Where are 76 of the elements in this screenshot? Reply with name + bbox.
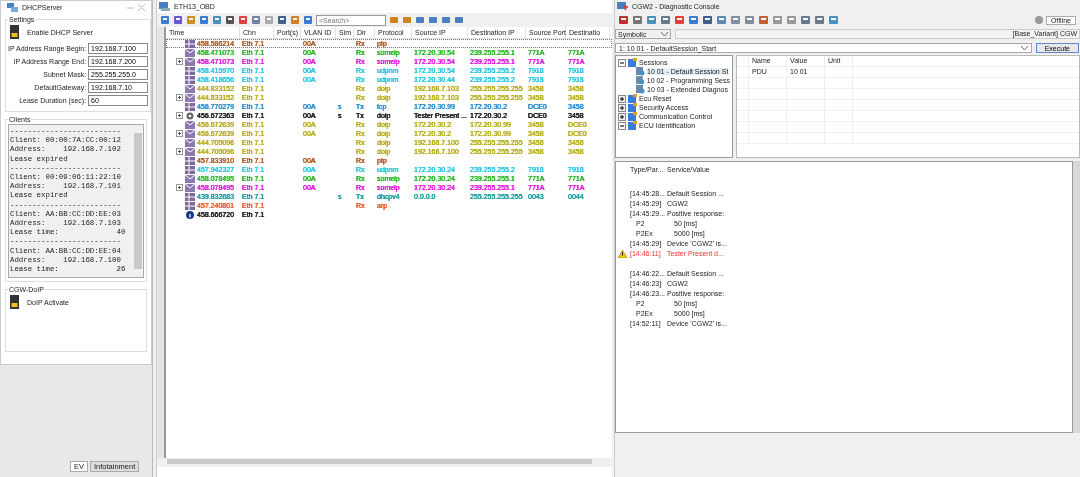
tool-icon[interactable] xyxy=(303,15,313,25)
tool-icon[interactable] xyxy=(730,15,741,25)
tool-icon[interactable] xyxy=(702,15,713,25)
warning-icon xyxy=(617,250,627,258)
expand-icon[interactable] xyxy=(618,121,626,130)
envelope-icon xyxy=(185,120,195,129)
tool-icon[interactable] xyxy=(660,15,671,25)
expand-icon[interactable] xyxy=(618,94,626,103)
folder-icon xyxy=(628,103,637,112)
expand-icon[interactable] xyxy=(176,148,183,155)
tool-icon[interactable] xyxy=(828,15,839,25)
tool-icon[interactable] xyxy=(744,15,755,25)
tool-icon[interactable] xyxy=(225,15,235,25)
tool-icon[interactable] xyxy=(199,15,209,25)
folder-icon xyxy=(628,58,637,67)
tool-icon[interactable] xyxy=(160,15,170,25)
expand-icon[interactable] xyxy=(176,184,183,191)
console-icon xyxy=(617,2,628,11)
folder-icon xyxy=(628,94,637,103)
frame-icon xyxy=(185,165,195,174)
tool-icon[interactable] xyxy=(173,15,183,25)
tool-icon[interactable] xyxy=(758,15,769,25)
tool-icon[interactable] xyxy=(618,15,629,25)
service-icon xyxy=(636,67,645,76)
envelope-icon xyxy=(185,147,195,156)
frame-icon xyxy=(185,192,195,201)
scrollbar[interactable] xyxy=(1073,161,1080,433)
envelope-icon xyxy=(185,174,195,183)
chevron-icon xyxy=(1020,45,1028,51)
envelope-icon xyxy=(185,84,195,93)
tool-icon[interactable] xyxy=(290,15,300,25)
service-icon xyxy=(636,85,645,94)
folder-icon xyxy=(628,112,637,121)
status-dot-icon xyxy=(1034,16,1043,24)
switch-icon[interactable] xyxy=(10,25,19,39)
frame-icon xyxy=(185,156,195,165)
scrollbar[interactable] xyxy=(167,459,592,464)
switch-icon[interactable] xyxy=(10,295,19,309)
tool-icon[interactable] xyxy=(674,15,685,25)
tool-icon[interactable] xyxy=(277,15,287,25)
tool-icon[interactable] xyxy=(251,15,261,25)
tool-icon[interactable] xyxy=(632,15,643,25)
expand-icon[interactable] xyxy=(176,130,183,137)
window-icon xyxy=(159,2,170,11)
envelope-icon xyxy=(185,93,195,102)
folder-icon xyxy=(628,121,637,130)
envelope-icon xyxy=(185,138,195,147)
expand-icon[interactable] xyxy=(618,103,626,112)
expand-icon[interactable] xyxy=(176,94,183,101)
frame-icon xyxy=(185,39,195,48)
envelope-icon xyxy=(185,57,195,66)
tool-icon[interactable] xyxy=(212,15,222,25)
frame-icon xyxy=(185,102,195,111)
envelope-icon xyxy=(185,129,195,138)
chevron-icon xyxy=(661,31,668,37)
tool-icon[interactable] xyxy=(688,15,699,25)
frame-icon xyxy=(185,201,195,210)
frame-icon xyxy=(185,75,195,84)
envelope-icon xyxy=(185,48,195,57)
network-icon xyxy=(7,3,18,12)
service-icon xyxy=(636,76,645,85)
splitter-bar[interactable] xyxy=(157,27,166,458)
tool-icon[interactable] xyxy=(646,15,657,25)
scrollbar[interactable] xyxy=(134,133,142,269)
tool-icon[interactable] xyxy=(814,15,825,25)
info-icon xyxy=(185,210,195,219)
frame-icon xyxy=(185,66,195,75)
expand-icon[interactable] xyxy=(618,112,626,121)
envelope-icon xyxy=(185,183,195,192)
expand-icon[interactable] xyxy=(618,58,626,67)
expand-icon[interactable] xyxy=(176,112,183,119)
tool-icon[interactable] xyxy=(238,15,248,25)
tool-icon[interactable] xyxy=(716,15,727,25)
gear-icon xyxy=(185,111,195,120)
tool-icon[interactable] xyxy=(800,15,811,25)
expand-icon[interactable] xyxy=(176,58,183,65)
